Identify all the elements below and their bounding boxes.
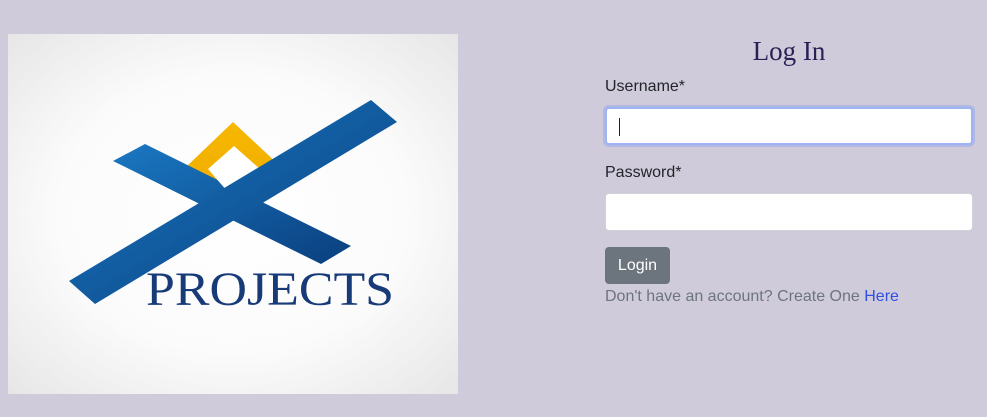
page-title: Log In (752, 36, 826, 66)
signup-text: Don't have an account? Create One (605, 288, 860, 305)
signup-link[interactable]: Here (864, 288, 899, 305)
logo-image: PROJECTS (8, 34, 458, 394)
password-input[interactable] (605, 193, 973, 231)
login-button[interactable]: Login (605, 247, 670, 284)
projects-logo: PROJECTS (69, 100, 397, 316)
logo-wordmark: PROJECTS (146, 263, 394, 316)
text-cursor (619, 118, 620, 136)
username-input[interactable] (605, 107, 973, 145)
username-label: Username* (605, 78, 686, 95)
signup-prompt: Don't have an account? Create One Here (605, 288, 899, 306)
password-label: Password* (605, 164, 682, 181)
